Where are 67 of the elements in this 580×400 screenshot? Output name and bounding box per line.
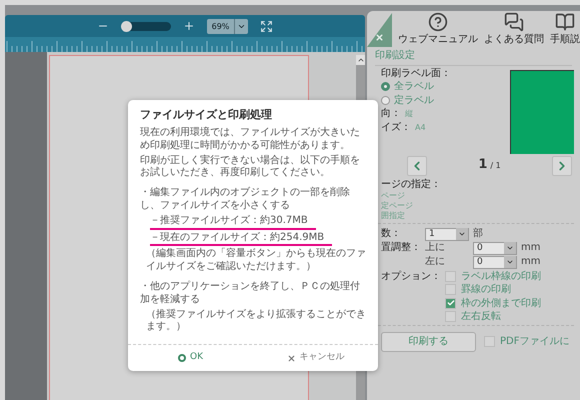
cancel-button[interactable]: キャンセル (253, 345, 378, 372)
option-checkbox[interactable]: 罫線の印刷 (445, 284, 541, 296)
option-checkbox[interactable]: 枠の外側まで印刷 (445, 298, 541, 310)
radio-option[interactable]: 全ラベル (381, 81, 451, 92)
help-link[interactable]: ウェブマニュアル (398, 12, 478, 47)
field-value: 縦 (405, 109, 413, 118)
radio-option[interactable]: 定ラベル (381, 94, 451, 106)
close-icon (286, 354, 296, 363)
radio-button[interactable] (381, 96, 390, 105)
option-checkbox[interactable]: 左右反転 (445, 311, 541, 323)
pdf-checkbox[interactable]: PDFファイルに (484, 336, 570, 348)
unit-label: mm (521, 242, 540, 254)
page-option[interactable]: 定ページ (381, 201, 574, 210)
offset-field[interactable]: 0 (473, 256, 517, 269)
unit-label: mm (521, 256, 540, 268)
slider-thumb[interactable] (120, 20, 132, 32)
book-icon (555, 12, 575, 32)
offset-label: 上に (425, 242, 446, 254)
dialog-title: ファイルサイズと印刷処理 (140, 108, 273, 122)
offset-field[interactable]: 0 (473, 242, 517, 255)
chat-bubbles-icon (504, 12, 524, 32)
field-label: イズ： (381, 122, 411, 133)
print-button[interactable]: 印刷する (381, 332, 476, 352)
field-label: ージの指定： (381, 178, 442, 190)
page-option[interactable]: 囲指定 (381, 211, 574, 221)
previous-button[interactable] (407, 156, 427, 176)
step-text: ・編集ファイル内のオブジェクトの一部を削除し、ファイルサイズを小さくする (140, 187, 351, 213)
step-detail: －現在のファイルサイズ：約254.9MB (150, 232, 332, 246)
close-tab[interactable] (367, 13, 392, 47)
dialog-text: 印刷が正しく実行できない場合は、以下の手順をお試しいただき、再度印刷してください。 (140, 154, 361, 180)
zoom-select[interactable]: 69% (206, 18, 248, 34)
field-label: 向： (381, 108, 401, 120)
offset-label: 左に (425, 256, 446, 268)
field-label: 数： (381, 228, 402, 240)
zoom-slider[interactable] (120, 22, 171, 30)
circle-icon (178, 354, 186, 362)
checkbox[interactable] (484, 336, 495, 348)
field-value: A4 (415, 122, 426, 132)
step-text: ・他のアプリケーションを終了し、ＰＣの処理付加を軽減する (140, 281, 361, 307)
step-detail: （編集画面内の「容量ボタン」からも現在のファイルサイズをご確認いただけます。） (146, 248, 367, 274)
checkbox[interactable] (445, 284, 456, 296)
fit-screen-icon[interactable] (260, 20, 274, 32)
field-label: オプション： (381, 270, 441, 282)
next-button[interactable] (552, 156, 572, 176)
dialog-text: 現在の利用環境では、ファイルサイズが大きいため印刷処理に時間がかかる可能性があります。 (140, 127, 361, 153)
checkbox[interactable] (445, 311, 456, 322)
help-icon (428, 12, 448, 32)
step-detail: －推奨ファイルサイズ：約30.7MB (150, 214, 316, 230)
help-link[interactable]: よくある質問 (484, 12, 544, 47)
section-title: 印刷設定 (375, 50, 572, 66)
unit-label: 部 (473, 228, 484, 240)
copies-field[interactable]: 1 (425, 228, 469, 241)
checkbox[interactable] (445, 298, 456, 309)
radio-button[interactable] (381, 82, 390, 92)
ok-button[interactable]: OK (128, 345, 253, 372)
scroll-up-icon[interactable] (356, 56, 364, 64)
close-icon (375, 33, 384, 42)
page-total: / 1 (490, 161, 501, 170)
help-link[interactable]: 手順説 (550, 12, 580, 47)
option-checkbox[interactable]: ラベル枠線の印刷 (445, 270, 541, 282)
field-label: 置調整： (381, 242, 421, 254)
checkbox[interactable] (445, 270, 456, 282)
step-detail: （推奨ファイルサイズをより拡張することができます。） (146, 308, 367, 334)
field-label: 印刷ラベル面： (381, 68, 451, 79)
zoom-in-icon[interactable] (182, 20, 195, 32)
page-number: 1 (478, 158, 488, 173)
page-option[interactable]: ページ (381, 191, 574, 200)
